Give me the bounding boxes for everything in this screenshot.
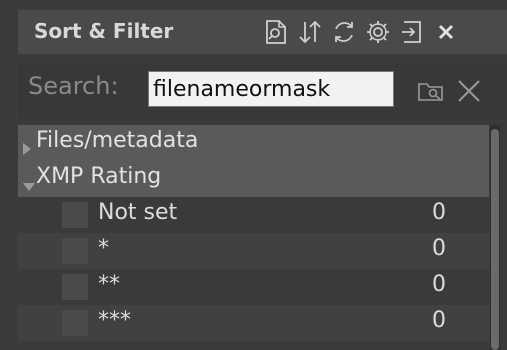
item-count: 0: [432, 272, 446, 297]
document-search-icon[interactable]: [262, 18, 290, 46]
list-item[interactable]: Not set 0: [18, 197, 489, 233]
filter-tree: Files/metadata XMP Rating Not set 0 * 0 …: [18, 125, 489, 350]
refresh-icon[interactable]: [330, 18, 358, 46]
item-count: 0: [432, 308, 446, 333]
sort-filter-panel: Sort & Filter Search: filenameormask Fil…: [18, 10, 507, 350]
item-count: 0: [432, 200, 446, 225]
checkbox[interactable]: [62, 310, 88, 336]
folder-search-icon[interactable]: [416, 76, 446, 106]
search-row: Search:: [18, 62, 507, 118]
group-label: Files/metadata: [36, 128, 199, 153]
tree-group-xmp-rating[interactable]: XMP Rating: [18, 161, 489, 197]
panel-title: Sort & Filter: [34, 19, 174, 43]
list-item[interactable]: * 0: [18, 233, 489, 269]
tree-group-files-metadata[interactable]: Files/metadata: [18, 125, 489, 161]
expand-arrow-icon[interactable]: [22, 137, 32, 162]
list-item[interactable]: *** 0: [18, 305, 489, 341]
sort-icon[interactable]: [296, 18, 324, 46]
list-item[interactable]: ** 0: [18, 269, 489, 305]
search-label: Search:: [28, 72, 119, 100]
settings-icon[interactable]: [364, 18, 392, 46]
item-label: *: [98, 236, 109, 261]
vertical-scrollbar[interactable]: [490, 125, 500, 350]
item-label: ***: [98, 308, 131, 333]
search-input[interactable]: [148, 71, 394, 107]
checkbox[interactable]: [62, 274, 88, 300]
clear-icon[interactable]: [454, 76, 484, 106]
item-label: **: [98, 272, 120, 297]
checkbox[interactable]: [62, 202, 88, 228]
dock-icon[interactable]: [398, 18, 426, 46]
checkbox[interactable]: [62, 238, 88, 264]
panel-header: Sort & Filter: [18, 10, 507, 54]
close-icon[interactable]: [432, 18, 460, 46]
item-label: Not set: [98, 200, 178, 225]
item-count: 0: [432, 236, 446, 261]
collapse-arrow-icon[interactable]: [22, 173, 36, 198]
scrollbar-thumb[interactable]: [491, 129, 499, 350]
group-label: XMP Rating: [36, 164, 162, 189]
